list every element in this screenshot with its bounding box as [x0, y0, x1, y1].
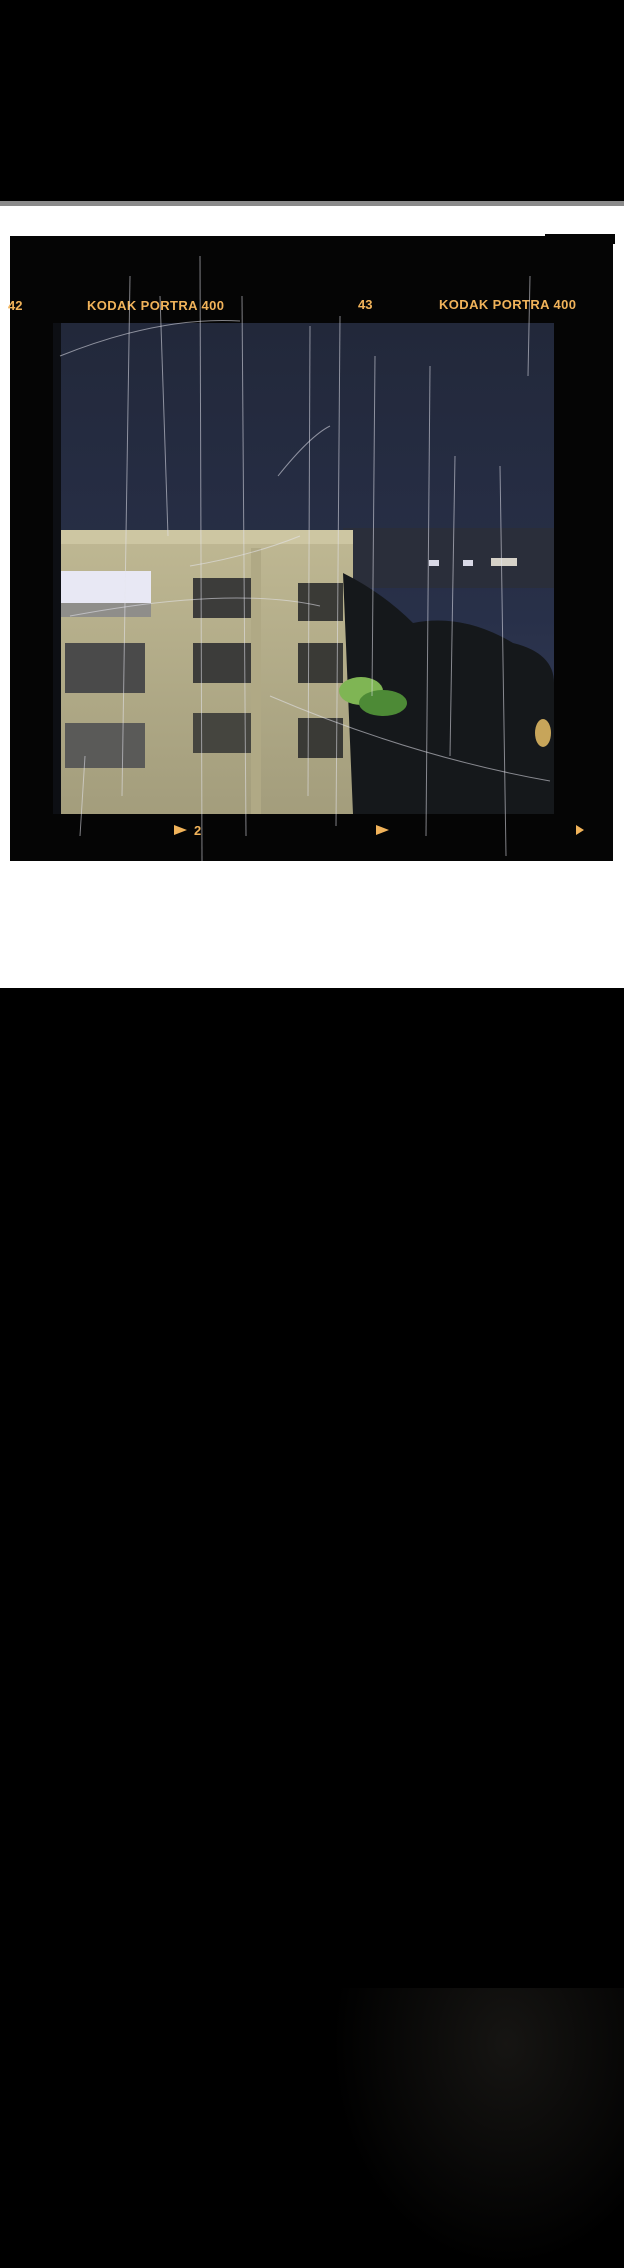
- night-city-photo: [53, 323, 554, 814]
- film-stock-label-left: KODAK PORTRA 400: [87, 298, 225, 313]
- bottom-black-band: [0, 988, 624, 2268]
- frame-number-prev: 42: [8, 298, 23, 313]
- film-arrow-1: [174, 825, 187, 835]
- bottom-frame-number: 2: [194, 823, 202, 838]
- frame-number-current: 43: [358, 297, 373, 312]
- dim-foliage-shadow: [330, 1988, 624, 2268]
- film-arrow-2: [376, 825, 389, 835]
- film-stock-label-right: KODAK PORTRA 400: [439, 297, 577, 312]
- distant-buildings: [343, 528, 554, 588]
- top-black-band: [0, 0, 624, 201]
- film-arrow-3: [576, 825, 584, 835]
- photo-scene: [53, 323, 554, 814]
